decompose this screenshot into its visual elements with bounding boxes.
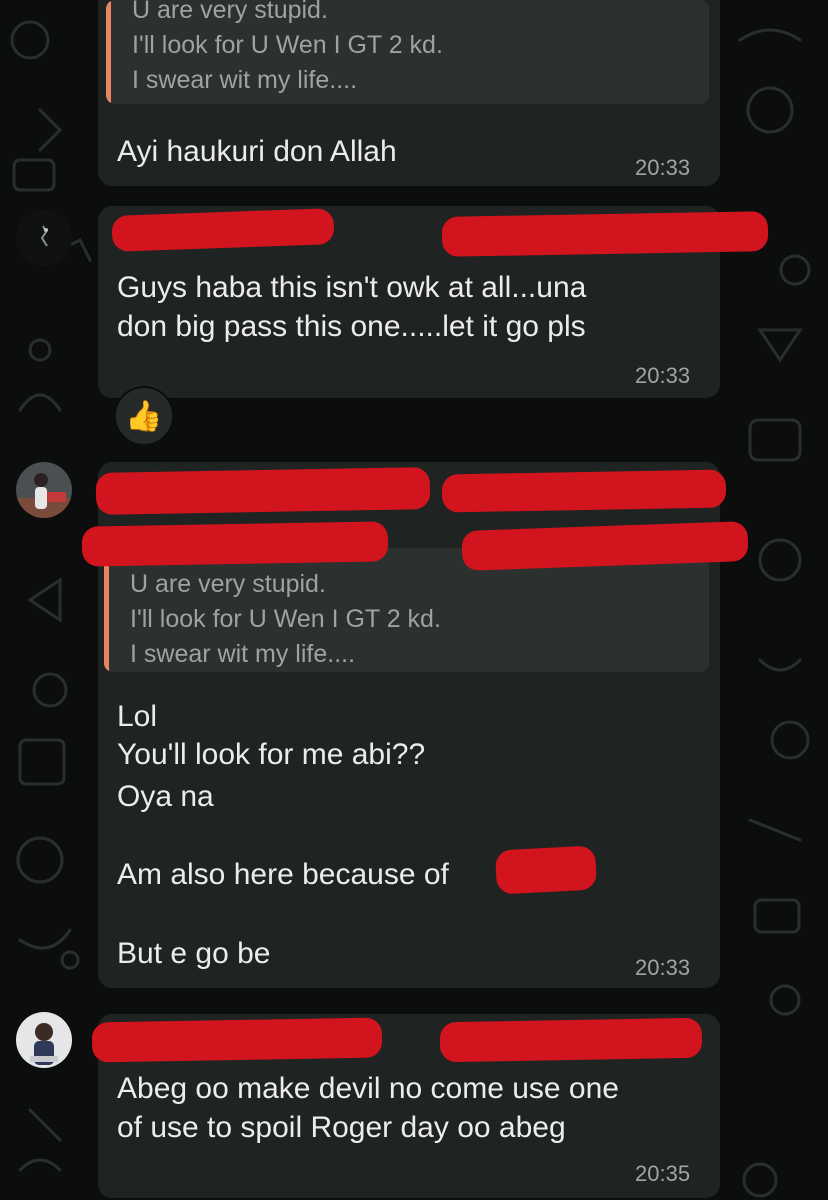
thumbs-up-icon: 👍: [125, 398, 163, 434]
message-time: 20:33: [635, 155, 691, 180]
redacted-phone-number: [441, 469, 727, 513]
quoted-message[interactable]: U are very stupid. I'll look for U Wen I…: [106, 0, 709, 104]
quote-line: U are very stupid.: [130, 570, 326, 598]
redacted-text: [81, 521, 389, 567]
message-text: You'll look for me abi??: [117, 738, 426, 771]
message-text: of use to spoil Roger day oo abeg: [117, 1111, 566, 1144]
person-avatar-icon: [16, 1012, 72, 1068]
quoted-message[interactable]: U are very stupid. I'll look for U Wen I…: [104, 548, 709, 672]
message-time: 20:35: [635, 1161, 691, 1186]
quote-line: I'll look for U Wen I GT 2 kd.: [132, 31, 443, 59]
message-text: Guys haba this isn't owk at all...una: [117, 271, 587, 304]
message-time: 20:33: [635, 363, 691, 388]
quote-line: I swear wit my life....: [132, 66, 358, 94]
sender-avatar[interactable]: [16, 210, 72, 266]
quote-accent-bar: [106, 0, 111, 104]
quote-line: I'll look for U Wen I GT 2 kd.: [130, 605, 441, 633]
message-text: Lol: [117, 700, 158, 733]
redacted-phone-number: [441, 211, 769, 257]
message-text: But e go be: [117, 937, 271, 970]
chat-screen: U are very stupid. I'll look for U Wen I…: [0, 0, 828, 1200]
quote-line: U are very stupid.: [132, 0, 328, 24]
message-text: Ayi haukuri don Allah: [117, 135, 397, 168]
redacted-sender-name: [95, 467, 431, 515]
message-text: don big pass this one.....let it go pls: [117, 310, 586, 343]
message-bubble[interactable]: U are very stupid. I'll look for U Wen I…: [98, 0, 720, 186]
redacted-name-in-message: [494, 845, 598, 895]
redacted-phone-number: [439, 1017, 703, 1063]
message-time: 20:33: [635, 955, 691, 980]
quote-line: I swear wit my life....: [130, 640, 356, 668]
reaction-badge[interactable]: 👍: [114, 386, 174, 446]
sender-avatar[interactable]: [16, 462, 72, 518]
person-avatar-icon: [16, 462, 72, 518]
message-text: Oya na: [117, 780, 214, 813]
dark-avatar-icon: [16, 210, 72, 266]
redacted-sender-name: [91, 1017, 383, 1063]
sender-avatar[interactable]: [16, 1012, 72, 1068]
quote-accent-bar: [104, 548, 109, 672]
message-text: Am also here because of: [117, 858, 449, 891]
message-text: Abeg oo make devil no come use one: [117, 1072, 619, 1105]
